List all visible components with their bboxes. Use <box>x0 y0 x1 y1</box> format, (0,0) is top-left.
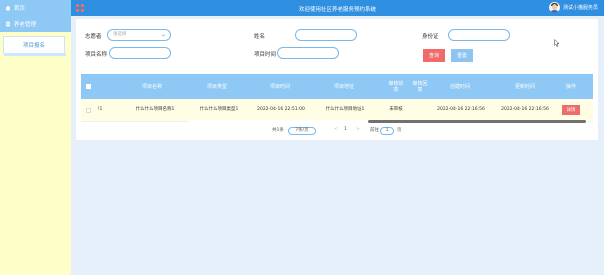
main-panel: 志愿者 请选择 姓名 身份证 项目名称 项目时间 查询 重置 项目名称 项目类型… <box>76 19 598 140</box>
sidebar-item-label: 养老管理 <box>14 22 37 28</box>
mouse-cursor-icon <box>554 38 560 47</box>
goto-suffix: 页 <box>397 128 402 133</box>
name-label: 姓名 <box>254 34 266 40</box>
cell-created-time: 2022-04-16 22:16:56 <box>437 107 485 112</box>
project-name-label: 项目名称 <box>85 52 108 58</box>
cell-project-type: 什么什么项目类型1 <box>199 107 239 112</box>
sidebar-menu: 首页 养老管理 <box>0 0 71 32</box>
search-button[interactable]: 查询 <box>423 49 445 62</box>
goto-label: 前往 <box>370 128 379 133</box>
cell-review-status: 未审核 <box>389 107 403 112</box>
doc-icon <box>5 21 11 27</box>
table-header: 项目名称 项目类型 项目时间 项目地址 审核状态 审核回复 创建时间 更新时间 … <box>81 74 593 99</box>
sidebar: 首页 养老管理 项目报名 <box>0 0 71 275</box>
id-card-label: 身份证 <box>422 34 439 40</box>
project-name-input[interactable] <box>109 47 171 59</box>
col-project-name[interactable]: 项目名称 <box>125 74 179 99</box>
cell-project-name: 什么什么项目名称1 <box>135 107 175 112</box>
avatar <box>548 2 560 13</box>
name-input[interactable] <box>295 29 357 41</box>
select-all-checkbox[interactable] <box>85 84 91 89</box>
user-menu[interactable]: 测试小猫服务员 <box>548 2 598 13</box>
user-name: 测试小猫服务员 <box>562 5 598 11</box>
row-checkbox[interactable] <box>85 107 91 113</box>
id-card-input[interactable] <box>448 29 510 41</box>
chevron-down-icon <box>161 33 166 38</box>
page-size-select[interactable]: 7条/页 <box>288 127 316 135</box>
col-project-address[interactable]: 项目地址 <box>317 74 371 99</box>
col-review-status[interactable]: 审核状态 <box>388 74 404 99</box>
volunteer-select[interactable]: 请选择 <box>107 29 171 41</box>
page-title: 欢迎使用社区养老服务预约系统 <box>298 7 376 13</box>
cell-project-address: 什么什么项目地址1 <box>325 107 365 112</box>
cell-updated-time: 2022-04-16 22:16:56 <box>501 107 549 112</box>
col-actions: 操作 <box>565 83 576 90</box>
prev-page-button[interactable]: < <box>334 127 338 132</box>
pagination: 共1条 7条/页 < 1 > 前往 1 页 <box>76 125 598 137</box>
cell-project-time: 2022-04-16 22:51:00 <box>257 107 305 112</box>
table-horizontal-scrollbar[interactable] <box>188 120 588 123</box>
col-review-reply[interactable]: 审核回复 <box>412 74 428 99</box>
volunteer-placeholder: 请选择 <box>113 32 127 37</box>
top-header: 欢迎使用社区养老服务预约系统 测试小猫服务员 <box>71 0 604 16</box>
col-project-type[interactable]: 项目类型 <box>191 74 243 99</box>
reset-button[interactable]: 重置 <box>451 49 473 62</box>
home-icon <box>5 5 11 11</box>
col-updated-time[interactable]: 更新时间 <box>499 74 551 99</box>
project-time-input[interactable] <box>277 47 339 59</box>
sidebar-subitem-project-signup[interactable]: 项目报名 <box>3 36 66 56</box>
next-page-button[interactable]: > <box>356 127 360 132</box>
sidebar-item-home[interactable]: 首页 <box>0 0 71 16</box>
detail-button[interactable]: 详情 <box>562 105 580 115</box>
sidebar-item-elderly-management[interactable]: 养老管理 <box>0 16 71 32</box>
data-table: 项目名称 项目类型 项目时间 项目地址 审核状态 审核回复 创建时间 更新时间 … <box>81 74 593 122</box>
project-time-label: 项目时间 <box>254 52 277 58</box>
cell-review-reply <box>412 99 428 121</box>
col-created-time[interactable]: 创建时间 <box>435 74 485 99</box>
volunteer-label: 志愿者 <box>85 34 102 40</box>
col-project-time[interactable]: 项目时间 <box>254 74 306 99</box>
goto-page-input[interactable]: 1 <box>380 127 394 135</box>
table-row[interactable]: !1 什么什么项目名称1 什么什么项目类型1 2022-04-16 22:51:… <box>81 99 593 122</box>
current-page[interactable]: 1 <box>344 127 347 132</box>
total-count: 共1条 <box>272 128 284 133</box>
row-index: !1 <box>97 107 103 112</box>
scrollbar-thumb[interactable] <box>368 120 586 123</box>
sidebar-item-label: 首页 <box>14 6 26 12</box>
